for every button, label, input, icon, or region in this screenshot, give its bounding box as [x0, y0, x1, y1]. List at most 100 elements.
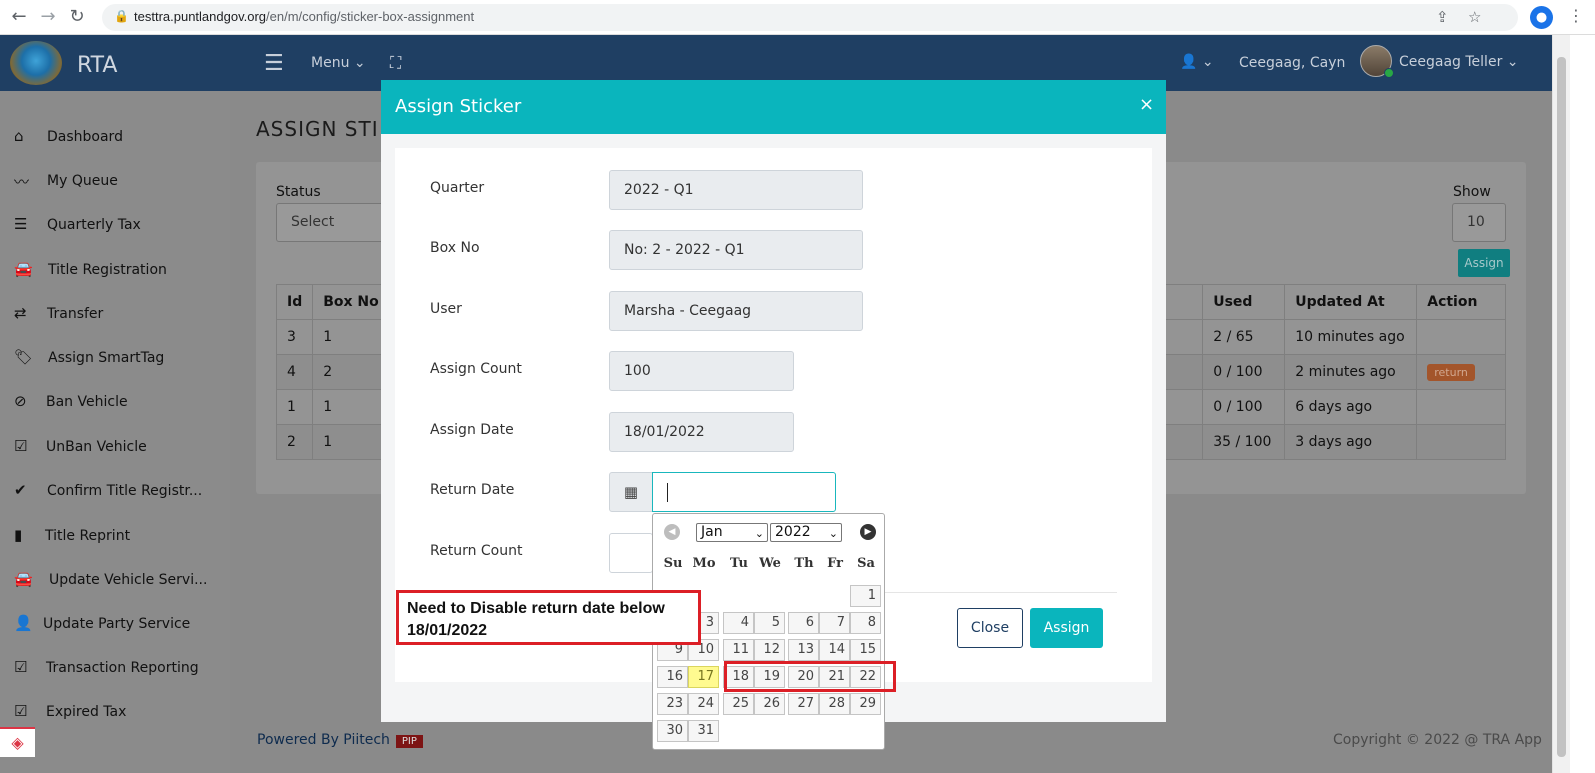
calendar-day[interactable]: 8 [850, 612, 881, 634]
weekday-we: We [759, 556, 781, 571]
return-button[interactable]: return [1427, 363, 1475, 381]
fullscreen-icon[interactable]: ⛶ [390, 53, 401, 73]
list-icon: ☰ [14, 215, 28, 233]
sidebar-item-update-vehicle-service[interactable]: 🚘 Update Vehicle Servi... [0, 558, 230, 602]
sidebar-item-confirm-title-registration[interactable]: ✔ Confirm Title Registr... [0, 469, 230, 513]
calendar-day[interactable]: 4 [723, 612, 754, 634]
sidebar-item-transfer[interactable]: ⇄ Transfer [0, 292, 230, 336]
sidebar-item-dashboard[interactable]: ⌂ Dashboard [0, 115, 230, 159]
quarter-label: Quarter [430, 180, 485, 196]
sidebar-item-unban-vehicle[interactable]: ☑ UnBan Vehicle [0, 425, 230, 469]
menu-dropdown[interactable]: Menu ⌄ [311, 55, 366, 71]
calendar-day[interactable]: 5 [754, 612, 785, 634]
return-date-input[interactable] [652, 472, 836, 512]
year-select[interactable]: 2022 ⌄ [770, 523, 842, 542]
assign-count-field: 100 [609, 351, 794, 391]
calendar-day[interactable]: 1 [850, 585, 881, 607]
quarter-field: 2022 - Q1 [609, 170, 863, 210]
month-select[interactable]: Jan ⌄ [696, 523, 768, 542]
column-header-updated-at: Updated At [1284, 284, 1418, 320]
calendar-day[interactable]: 15 [850, 639, 881, 661]
line-chart-icon: 〰 [14, 173, 30, 191]
modal-header: Assign Sticker × [381, 80, 1166, 134]
calendar-icon[interactable]: ▦ [609, 472, 653, 512]
calendar-day[interactable]: 23 [657, 693, 688, 715]
check-square-icon: ☑ [14, 702, 28, 720]
cell-action [1416, 424, 1506, 460]
powered-by-link[interactable]: Powered By Piitech [257, 732, 390, 748]
calendar-day[interactable]: 6 [788, 612, 819, 634]
user-icon[interactable]: 👤 ⌄ [1180, 54, 1214, 70]
user-full-name[interactable]: Ceegaag Teller ⌄ [1399, 54, 1519, 70]
show-count-input[interactable]: 10 [1452, 203, 1506, 242]
car-icon: 🚘 [14, 260, 33, 278]
return-count-input[interactable] [609, 533, 653, 573]
url-text: testtra.puntlandgov.org/en/m/config/stic… [134, 9, 475, 24]
modal-title: Assign Sticker [395, 96, 522, 117]
check-square-icon: ☑ [14, 658, 28, 676]
assign-button[interactable]: Assign [1030, 608, 1103, 648]
annotation-highlight [724, 661, 896, 692]
chevron-down-icon: ⌄ [754, 527, 764, 540]
address-bar[interactable]: 🔒 testtra.puntlandgov.org/en/m/config/st… [102, 4, 1518, 31]
return-count-label: Return Count [430, 543, 523, 559]
hamburger-icon[interactable]: ☰ [264, 51, 284, 76]
sidebar-item-my-queue[interactable]: 〰 My Queue [0, 159, 230, 203]
tags-icon: 🏷 [14, 348, 34, 366]
sidebar-item-ban-vehicle[interactable]: ⊘ Ban Vehicle [0, 380, 230, 424]
cell-id: 2 [275, 424, 314, 460]
calendar-day[interactable]: 28 [819, 693, 850, 715]
assign-box-button[interactable]: Assign [1458, 249, 1510, 277]
assign-count-label: Assign Count [430, 361, 522, 377]
user-short-name[interactable]: Ceegaag, Cayn [1239, 55, 1345, 71]
cell-id: 1 [275, 389, 314, 425]
calendar-day[interactable]: 16 [657, 666, 688, 688]
footer-powered-by: Powered By Piitech PIP [257, 732, 423, 748]
sidebar-item-title-registration[interactable]: 🚘 Title Registration [0, 248, 230, 292]
calendar-day[interactable]: 13 [788, 639, 819, 661]
forward-icon[interactable]: → [37, 6, 59, 28]
share-icon[interactable]: ⇪ [1436, 8, 1449, 26]
weekday-fr: Fr [827, 556, 843, 571]
calendar-day[interactable]: 29 [850, 693, 881, 715]
sidebar-item-quarterly-tax[interactable]: ☰ Quarterly Tax [0, 203, 230, 247]
sidebar-item-update-party-service[interactable]: 👤 Update Party Service [0, 602, 230, 646]
annotation-text: Need to Disable return date below 18/01/2… [407, 600, 665, 639]
calendar-day[interactable]: 30 [657, 720, 688, 742]
avatar[interactable] [1360, 45, 1394, 78]
user-label: User [430, 301, 462, 317]
debug-bar-icon[interactable]: ◈ [0, 727, 35, 757]
text-caret [667, 483, 668, 502]
calendar-day[interactable]: 14 [819, 639, 850, 661]
cell-id: 4 [275, 354, 314, 390]
calendar-day[interactable]: 17 [688, 666, 719, 688]
reload-icon[interactable]: ↻ [66, 6, 88, 28]
calendar-day[interactable]: 27 [788, 693, 819, 715]
weekday-su: Su [663, 556, 683, 571]
calendar-day[interactable]: 24 [688, 693, 719, 715]
bookmark-star-icon[interactable]: ☆ [1468, 8, 1481, 26]
kebab-menu-icon[interactable]: ⋮ [1568, 6, 1584, 25]
car-icon: 🚘 [14, 570, 33, 588]
sidebar-item-assign-smarttag[interactable]: 🏷 Assign SmartTag [0, 336, 230, 380]
sidebar-item-title-reprint[interactable]: ▮ Title Reprint [0, 514, 230, 558]
calendar-day[interactable]: 12 [754, 639, 785, 661]
cell-updated-at: 3 days ago [1284, 424, 1418, 460]
close-icon[interactable]: × [1139, 94, 1154, 115]
box-no-label: Box No [430, 240, 480, 256]
back-icon[interactable]: ← [8, 6, 30, 28]
column-header-action: Action [1416, 284, 1506, 320]
calendar-day[interactable]: 11 [723, 639, 754, 661]
calendar-day[interactable]: 31 [688, 720, 719, 742]
next-month-icon[interactable]: ▶ [860, 524, 876, 540]
calendar-day[interactable]: 26 [754, 693, 785, 715]
close-button[interactable]: Close [957, 608, 1023, 648]
profile-icon[interactable]: ● [1530, 6, 1553, 29]
sidebar-item-transaction-reporting[interactable]: ☑ Transaction Reporting [0, 646, 230, 690]
page-scrollbar[interactable] [1552, 35, 1570, 773]
scrollbar-thumb[interactable] [1557, 57, 1566, 757]
rta-logo [10, 41, 62, 85]
calendar-day[interactable]: 25 [723, 693, 754, 715]
calendar-day[interactable]: 7 [819, 612, 850, 634]
prev-month-icon[interactable]: ◀ [664, 524, 680, 540]
